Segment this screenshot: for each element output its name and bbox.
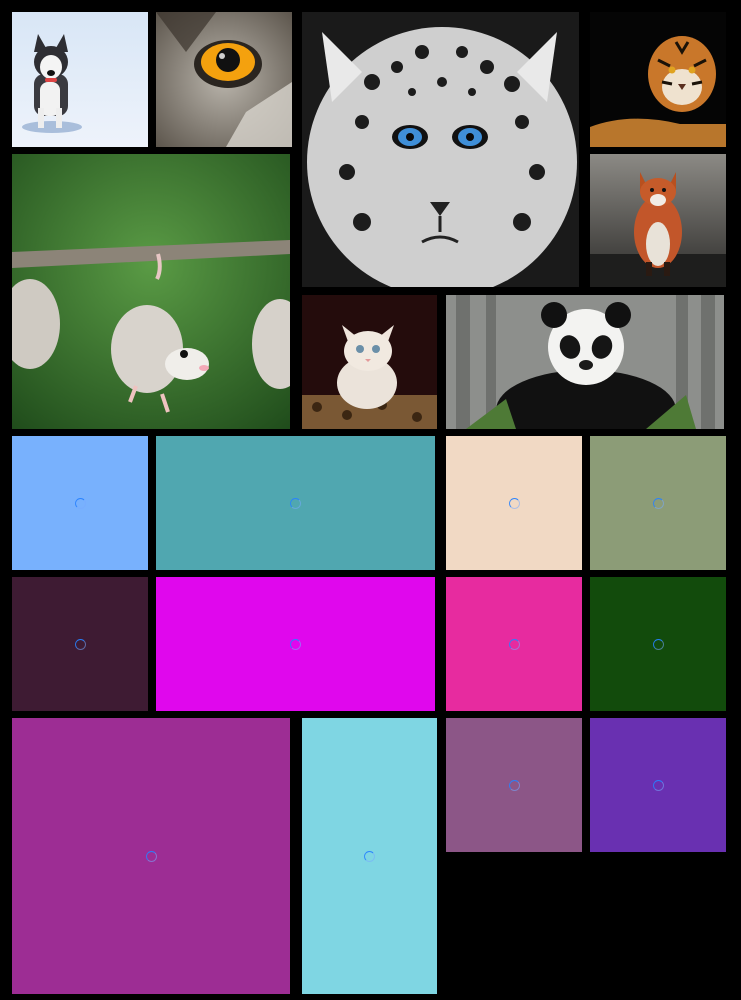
- loading-spinner-icon: [652, 638, 664, 650]
- loading-spinner-icon: [364, 850, 375, 862]
- loading-tile-5[interactable]: [12, 577, 148, 711]
- loading-tile-10[interactable]: [302, 718, 437, 994]
- photo-tile-kitten[interactable]: [302, 295, 437, 429]
- husky-dog-photo: [12, 12, 148, 147]
- loading-tile-4[interactable]: [590, 436, 726, 570]
- loading-spinner-icon: [508, 497, 520, 509]
- photo-tile-owl[interactable]: [156, 12, 292, 147]
- snow-leopard-photo: [302, 12, 579, 287]
- photo-tile-panda[interactable]: [446, 295, 724, 429]
- giant-panda-photo: [446, 295, 724, 429]
- owl-eye-photo: [156, 12, 292, 147]
- white-kitten-photo: [302, 295, 437, 429]
- loading-tile-6[interactable]: [156, 577, 435, 711]
- photo-tile-tiger[interactable]: [590, 12, 726, 147]
- loading-tile-9[interactable]: [12, 718, 290, 994]
- red-fox-photo: [590, 154, 726, 287]
- loading-spinner-icon: [652, 779, 664, 791]
- loading-spinner-icon: [145, 850, 157, 862]
- loading-tile-1[interactable]: [12, 436, 148, 570]
- photo-tile-snow-leopard[interactable]: [302, 12, 579, 287]
- loading-tile-12[interactable]: [590, 718, 726, 852]
- tiger-photo: [590, 12, 726, 147]
- loading-tile-8[interactable]: [590, 577, 726, 711]
- photo-tile-opossums[interactable]: [12, 154, 290, 429]
- loading-spinner-icon: [508, 779, 520, 791]
- loading-spinner-icon: [508, 638, 520, 650]
- photo-tile-husky[interactable]: [12, 12, 148, 147]
- loading-tile-2[interactable]: [156, 436, 435, 570]
- loading-tile-7[interactable]: [446, 577, 582, 711]
- opossums-on-branch-photo: [12, 154, 290, 429]
- loading-spinner-icon: [290, 497, 301, 509]
- loading-spinner-icon: [290, 638, 301, 650]
- loading-tile-3[interactable]: [446, 436, 582, 570]
- loading-spinner-icon: [652, 497, 664, 509]
- loading-spinner-icon: [74, 638, 86, 650]
- photo-tile-fox[interactable]: [590, 154, 726, 287]
- loading-spinner-icon: [74, 497, 86, 509]
- loading-tile-11[interactable]: [446, 718, 582, 852]
